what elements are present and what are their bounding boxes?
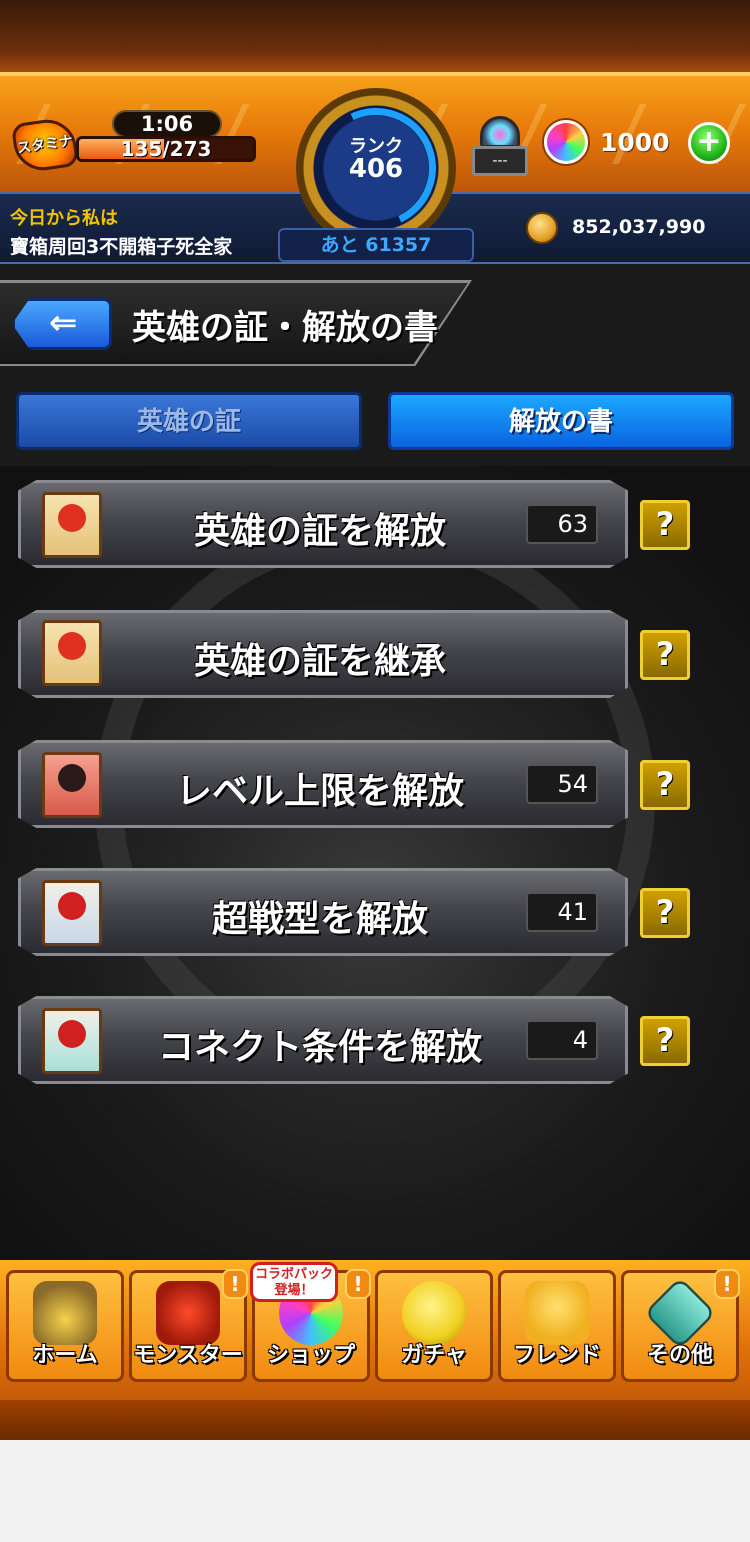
- nav-friend[interactable]: フレンド: [498, 1270, 616, 1382]
- page-title: 英雄の証・解放の書: [132, 308, 438, 348]
- help-button[interactable]: ?: [640, 888, 690, 938]
- row-label: 英雄の証を解放: [193, 511, 446, 552]
- scroll-connect-icon: [36, 1000, 108, 1082]
- row-label: レベル上限を解放: [175, 771, 464, 812]
- bottom-nav-base: [0, 1400, 750, 1440]
- home-gate-icon: [33, 1281, 97, 1345]
- friend-icon: [525, 1281, 589, 1345]
- seal-icon: [58, 632, 86, 660]
- help-button[interactable]: ?: [640, 500, 690, 550]
- row-label: コネクト条件を解放: [157, 1027, 482, 1068]
- seal-icon: [58, 504, 86, 532]
- player-motto: 今日から私は: [10, 208, 118, 229]
- ticket-dome-icon: [480, 116, 520, 148]
- coin-icon: [526, 212, 558, 244]
- nav-label: その他: [646, 1343, 713, 1368]
- alert-badge: !: [222, 1269, 248, 1299]
- nav-label: ショップ: [266, 1343, 355, 1368]
- row-count: 54: [526, 764, 598, 804]
- scroll-hero-icon: [36, 484, 108, 566]
- exp-remaining: あと 61357: [278, 228, 474, 262]
- nav-other[interactable]: その他 !: [621, 1269, 740, 1382]
- alert-badge: !: [345, 1269, 371, 1299]
- rank-value: 406: [348, 154, 404, 184]
- alert-badge: !: [714, 1269, 740, 1299]
- help-button[interactable]: ?: [640, 630, 690, 680]
- row-count: 63: [526, 504, 598, 544]
- help-button[interactable]: ?: [640, 1016, 690, 1066]
- scroll-battle-icon: [36, 872, 108, 954]
- tab-release-book[interactable]: 解放の書: [388, 392, 734, 450]
- nav-monster[interactable]: モンスター !: [129, 1269, 248, 1382]
- top-bar: [0, 0, 750, 72]
- orb-count: 1000: [600, 128, 670, 157]
- stamina-label: スタミナ: [16, 133, 74, 157]
- nav-label: ガチャ: [401, 1343, 467, 1368]
- monster-icon: [156, 1281, 220, 1345]
- stamina-value: 135/273: [120, 137, 212, 161]
- nav-label: ホーム: [32, 1343, 98, 1368]
- nav-label: モンスター: [133, 1343, 243, 1368]
- tab-hero-proof[interactable]: 英雄の証: [16, 392, 362, 450]
- orb-icon: [544, 120, 588, 164]
- seal-icon: [58, 764, 86, 792]
- stamina-timer: 1:06: [112, 110, 222, 138]
- back-button[interactable]: ⇐: [12, 298, 112, 350]
- player-name: 寶箱周回3不開箱子死全家: [10, 236, 233, 258]
- nav-label: フレンド: [512, 1343, 601, 1368]
- coin-count: 852,037,990: [572, 216, 706, 238]
- ticket-machine-icon[interactable]: ---: [470, 112, 530, 178]
- nav-gacha[interactable]: ガチャ: [375, 1270, 493, 1382]
- row-label: 英雄の証を継承: [193, 641, 446, 682]
- nav-home[interactable]: ホーム: [6, 1270, 124, 1382]
- row-label: 超戦型を解放: [211, 899, 428, 940]
- help-button[interactable]: ?: [640, 760, 690, 810]
- stamina-bar[interactable]: 135/273: [76, 136, 256, 162]
- collab-pack-badge[interactable]: コラボパック 登場！: [250, 1262, 338, 1302]
- stamina-icon: スタミナ: [10, 115, 80, 175]
- add-orb-button[interactable]: +: [688, 122, 730, 164]
- scroll-inherit-icon: [36, 612, 108, 694]
- ticket-count: ---: [472, 146, 528, 176]
- seal-icon: [58, 1020, 86, 1048]
- scroll-level-icon: [36, 744, 108, 826]
- row-count: 4: [526, 1020, 598, 1060]
- back-arrow-icon: ⇐: [49, 303, 78, 343]
- app-screen: スタミナ 1:06 135/273 ランク 406 あと 61357 今日から私…: [0, 0, 750, 1440]
- row-count: 41: [526, 892, 598, 932]
- seal-icon: [58, 892, 86, 920]
- gacha-egg-icon: [402, 1281, 466, 1345]
